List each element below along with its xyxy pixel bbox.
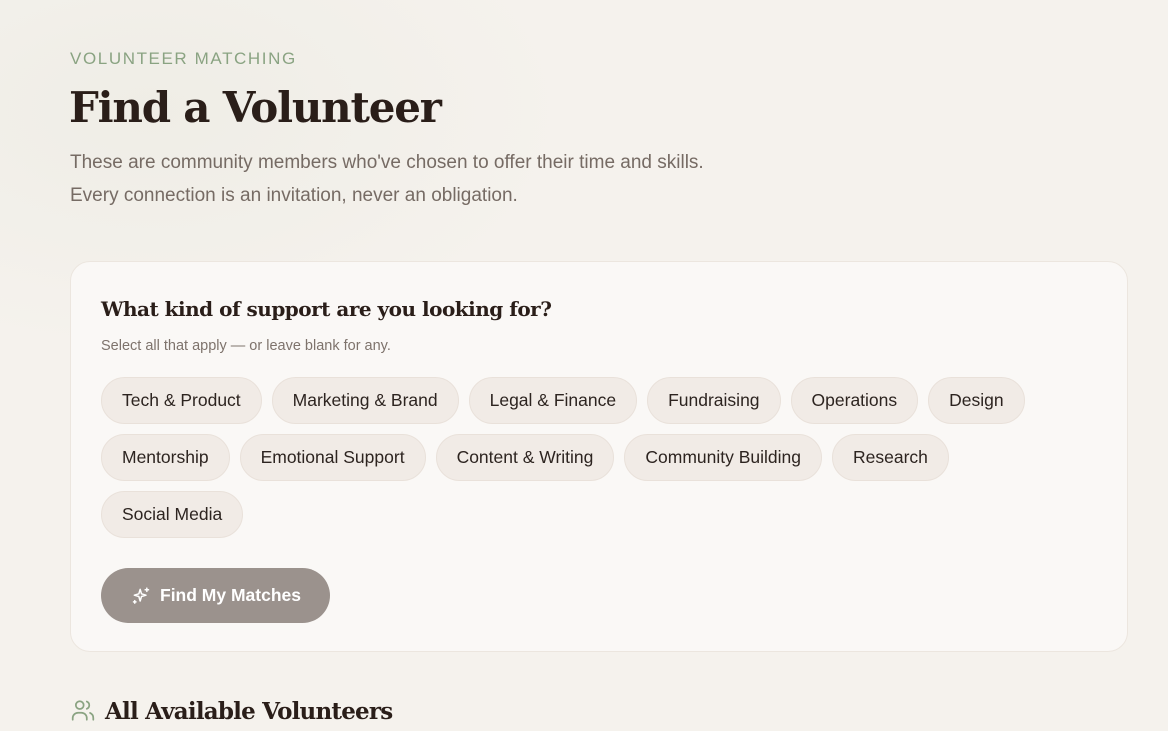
category-chip-list: Tech & Product Marketing & Brand Legal &… bbox=[101, 377, 1101, 538]
category-chip[interactable]: Emotional Support bbox=[239, 434, 426, 481]
category-chip[interactable]: Social Media bbox=[101, 491, 244, 538]
volunteers-section-header: All Available Volunteers bbox=[70, 693, 393, 731]
support-card-hint: Select all that apply — or leave blank f… bbox=[101, 338, 391, 354]
category-chip[interactable]: Research bbox=[832, 434, 949, 481]
support-card-title: What kind of support are you looking for… bbox=[101, 297, 552, 321]
find-matches-button[interactable]: Find My Matches bbox=[101, 568, 330, 623]
category-chip[interactable]: Community Building bbox=[624, 434, 823, 481]
category-chip[interactable]: Tech & Product bbox=[101, 377, 262, 424]
category-chip[interactable]: Content & Writing bbox=[435, 434, 615, 481]
page-eyebrow: VOLUNTEER MATCHING bbox=[70, 49, 297, 68]
category-chip[interactable]: Fundraising bbox=[647, 377, 781, 424]
category-chip[interactable]: Mentorship bbox=[101, 434, 230, 481]
sparkles-icon bbox=[131, 586, 151, 606]
category-chip[interactable]: Marketing & Brand bbox=[271, 377, 459, 424]
find-matches-label: Find My Matches bbox=[160, 585, 301, 605]
users-icon bbox=[70, 697, 96, 728]
support-filter-card: What kind of support are you looking for… bbox=[70, 261, 1128, 652]
category-chip[interactable]: Legal & Finance bbox=[468, 377, 638, 424]
page-title: Find a Volunteer bbox=[69, 83, 442, 132]
category-chip[interactable]: Design bbox=[928, 377, 1025, 424]
category-chip[interactable]: Operations bbox=[790, 377, 919, 424]
page-subtitle: These are community members who've chose… bbox=[70, 152, 704, 206]
volunteers-section-title: All Available Volunteers bbox=[105, 698, 393, 725]
